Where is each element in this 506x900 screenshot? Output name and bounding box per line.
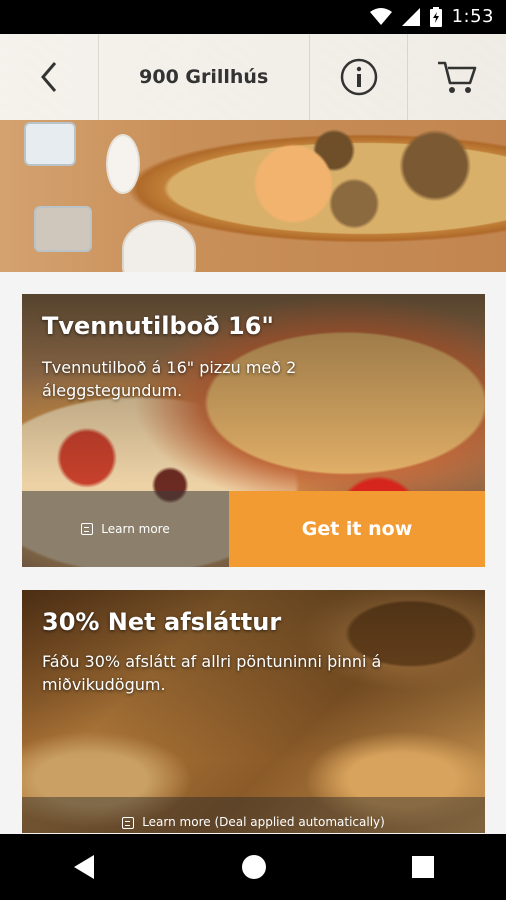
pepper-shaker [34, 206, 92, 252]
learn-more-label: Learn more (Deal applied automatically) [142, 815, 385, 829]
back-arrow-icon [40, 62, 56, 92]
deal-card[interactable]: Tvennutilboð 16" Tvennutilboð á 16" pizz… [22, 294, 485, 567]
nav-home-icon[interactable] [241, 854, 267, 880]
deal-card[interactable]: 30% Net afsláttur Fáðu 30% afslátt af al… [22, 590, 485, 833]
wifi-icon [369, 7, 392, 25]
back-button[interactable] [0, 34, 99, 120]
info-button[interactable] [310, 34, 409, 120]
deal-description: Tvennutilboð á 16" pizzu með 2 áleggsteg… [42, 358, 297, 400]
status-icons: 1:53 [369, 6, 494, 27]
deal-title: Tvennutilboð 16" [42, 312, 274, 340]
page-title: 900 Grillhús [99, 34, 310, 120]
signal-icon [401, 7, 420, 26]
status-bar: 1:53 [0, 0, 506, 34]
nav-recents-icon[interactable] [411, 856, 434, 878]
deal-description: Fáðu 30% afslátt af allri pöntuninni þin… [42, 652, 382, 694]
salt-shaker [24, 122, 76, 166]
restaurant-banner-image [0, 120, 506, 272]
nav-back-icon[interactable] [72, 854, 96, 880]
deal-title: 30% Net afsláttur [42, 608, 282, 636]
cart-icon [438, 61, 477, 93]
details-icon [122, 817, 135, 829]
status-time: 1:53 [451, 6, 494, 27]
learn-more-button[interactable]: Learn more [22, 491, 229, 567]
learn-more-label: Learn more [101, 522, 170, 536]
system-nav-bar [0, 834, 506, 900]
cart-button[interactable] [408, 34, 506, 120]
deal-actions: Learn more Get it now [22, 491, 485, 567]
info-icon [340, 58, 377, 96]
mushroom [122, 220, 196, 272]
details-icon [81, 523, 94, 535]
garlic-clove [106, 134, 140, 194]
learn-more-button[interactable]: Learn more (Deal applied automatically) [22, 797, 485, 833]
battery-icon [429, 6, 442, 27]
get-it-now-button[interactable]: Get it now [229, 491, 485, 567]
app-header: 900 Grillhús [0, 34, 506, 120]
